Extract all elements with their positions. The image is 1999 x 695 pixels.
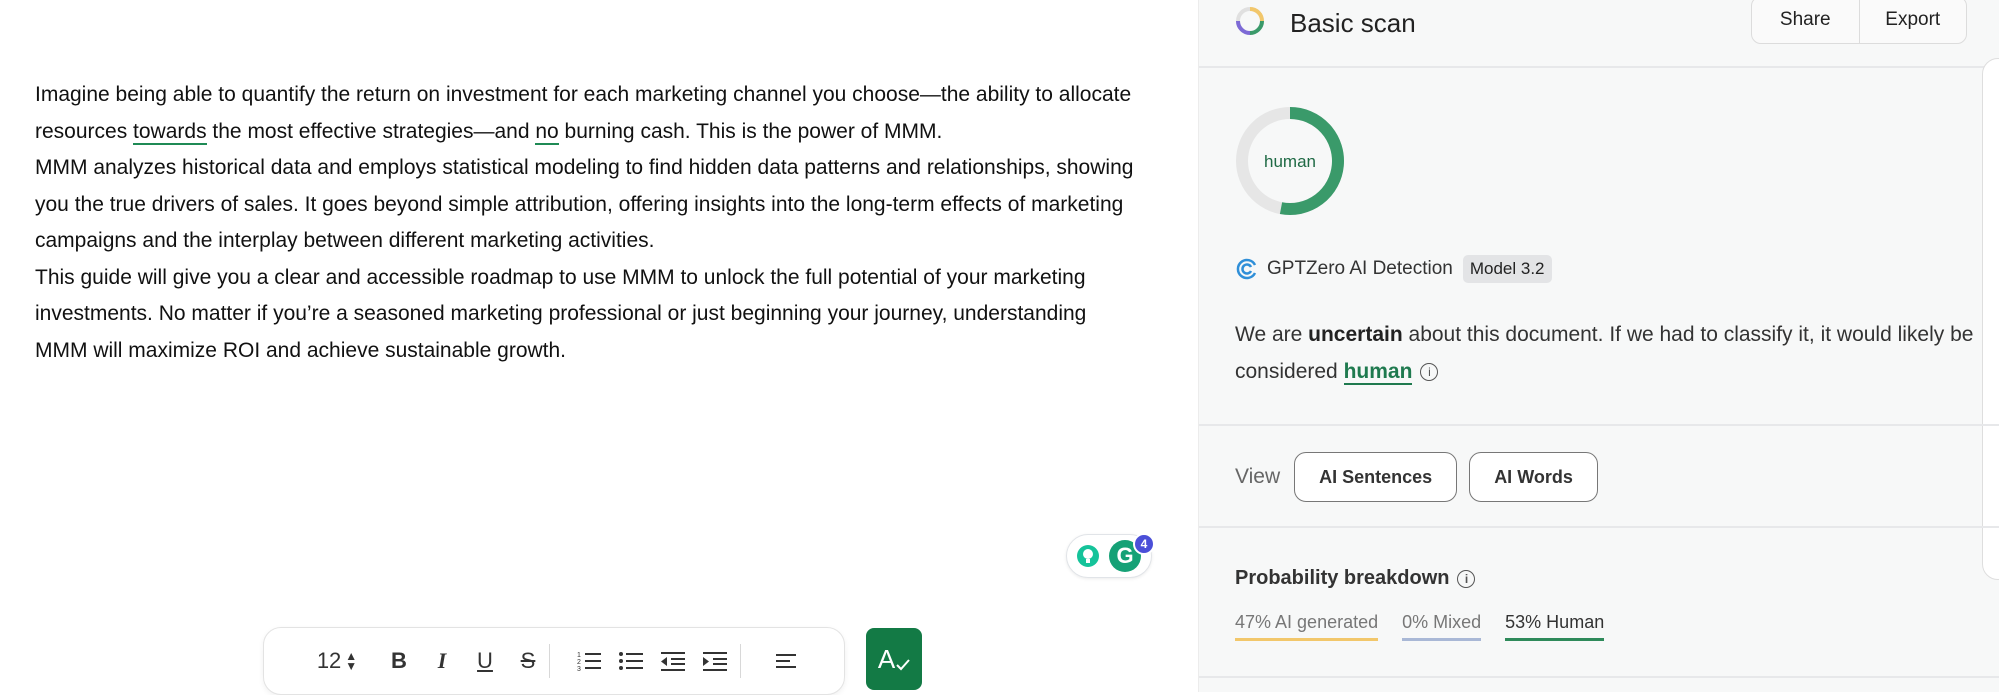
document-editor[interactable]: Imagine being able to quantify the retur…: [0, 0, 1198, 695]
lightbulb-icon[interactable]: [1077, 545, 1099, 567]
verdict-uncertain: uncertain: [1308, 323, 1403, 346]
scan-title: Basic scan: [1290, 8, 1416, 38]
checkmark-icon: [896, 659, 910, 671]
toolbar-divider: [549, 644, 550, 678]
verdict-pre: We are: [1235, 323, 1309, 346]
underline-button[interactable]: U: [470, 646, 500, 676]
outdent-icon[interactable]: [658, 646, 688, 676]
paragraph-2: MMM analyzes historical data and employs…: [35, 156, 1134, 252]
toolbar-divider: [740, 644, 741, 678]
export-button[interactable]: Export: [1860, 0, 1967, 43]
panel-header: Basic scan Share Export: [1199, 0, 1999, 68]
spellcheck-icon: A: [877, 643, 896, 674]
paragraph-1-part3: burning cash. This is the power of MMM.: [558, 119, 943, 143]
ai-generated-probability: 47% AI generated: [1235, 612, 1379, 641]
paragraph-1-part2: the most effective strategies—and: [206, 119, 536, 143]
human-probability: 53% Human: [1505, 612, 1605, 641]
scan-progress-icon: [1236, 7, 1264, 35]
bullet-list-icon[interactable]: [616, 646, 646, 676]
svg-text:1: 1: [577, 652, 581, 659]
probability-row: 47% AI generated 0% Mixed 53% Human: [1235, 612, 1628, 641]
share-button[interactable]: Share: [1752, 0, 1859, 43]
divider: [1199, 424, 1999, 426]
font-size-stepper[interactable]: 12 ▲ ▼: [314, 646, 360, 676]
svg-text:2: 2: [577, 659, 581, 666]
probability-breakdown-title: Probability breakdown i: [1235, 567, 1476, 590]
align-left-icon[interactable]: [772, 646, 802, 676]
svg-text:3: 3: [577, 666, 581, 672]
numbered-list-icon[interactable]: 123: [574, 646, 604, 676]
formatting-toolbar: 12 ▲ ▼ B I U S 123: [263, 627, 845, 695]
model-badge: Model 3.2: [1462, 255, 1552, 283]
mixed-probability: 0% Mixed: [1402, 612, 1482, 641]
grammarly-widget[interactable]: G 4: [1066, 533, 1155, 578]
gptzero-logo-icon: [1236, 258, 1257, 280]
detector-label: GPTZero AI Detection: [1267, 258, 1453, 279]
info-icon[interactable]: i: [1457, 569, 1476, 588]
view-label: View: [1235, 465, 1281, 488]
suggestion-towards[interactable]: towards: [133, 119, 207, 145]
verdict-text: We are uncertain about this document. If…: [1235, 316, 1995, 390]
probability-title-text: Probability breakdown: [1235, 567, 1450, 589]
paragraph-1: Imagine being able to quantify the retur…: [35, 77, 1135, 150]
ai-words-button[interactable]: AI Words: [1469, 452, 1598, 502]
divider: [1199, 526, 1999, 528]
italic-button[interactable]: I: [427, 646, 457, 676]
divider: [1199, 676, 1999, 678]
indent-icon[interactable]: [700, 646, 730, 676]
spellcheck-button[interactable]: A: [866, 628, 922, 690]
font-size-value: 12: [316, 648, 342, 673]
scan-panel: Basic scan Share Export human GPTZero AI…: [1198, 0, 1999, 692]
strikethrough-button[interactable]: S: [513, 646, 543, 676]
verdict-human-link[interactable]: human: [1343, 360, 1413, 385]
donut-label: human: [1264, 152, 1316, 171]
paragraph-3: This guide will give you a clear and acc…: [35, 265, 1087, 362]
suggestion-no[interactable]: no: [535, 119, 559, 145]
view-toggle-row: View AI Sentences AI Words: [1235, 452, 1610, 502]
document-text[interactable]: Imagine being able to quantify the retur…: [35, 77, 1135, 369]
grammarly-count-badge: 4: [1133, 533, 1155, 555]
ai-sentences-button[interactable]: AI Sentences: [1294, 452, 1458, 502]
detector-row: GPTZero AI Detection Model 3.2: [1235, 255, 1552, 283]
info-icon[interactable]: i: [1420, 363, 1439, 382]
bold-button[interactable]: B: [384, 646, 414, 676]
share-export-group: Share Export: [1751, 0, 1967, 44]
human-score-donut: human: [1236, 107, 1344, 215]
stepper-arrows-icon: ▲ ▼: [345, 649, 358, 673]
